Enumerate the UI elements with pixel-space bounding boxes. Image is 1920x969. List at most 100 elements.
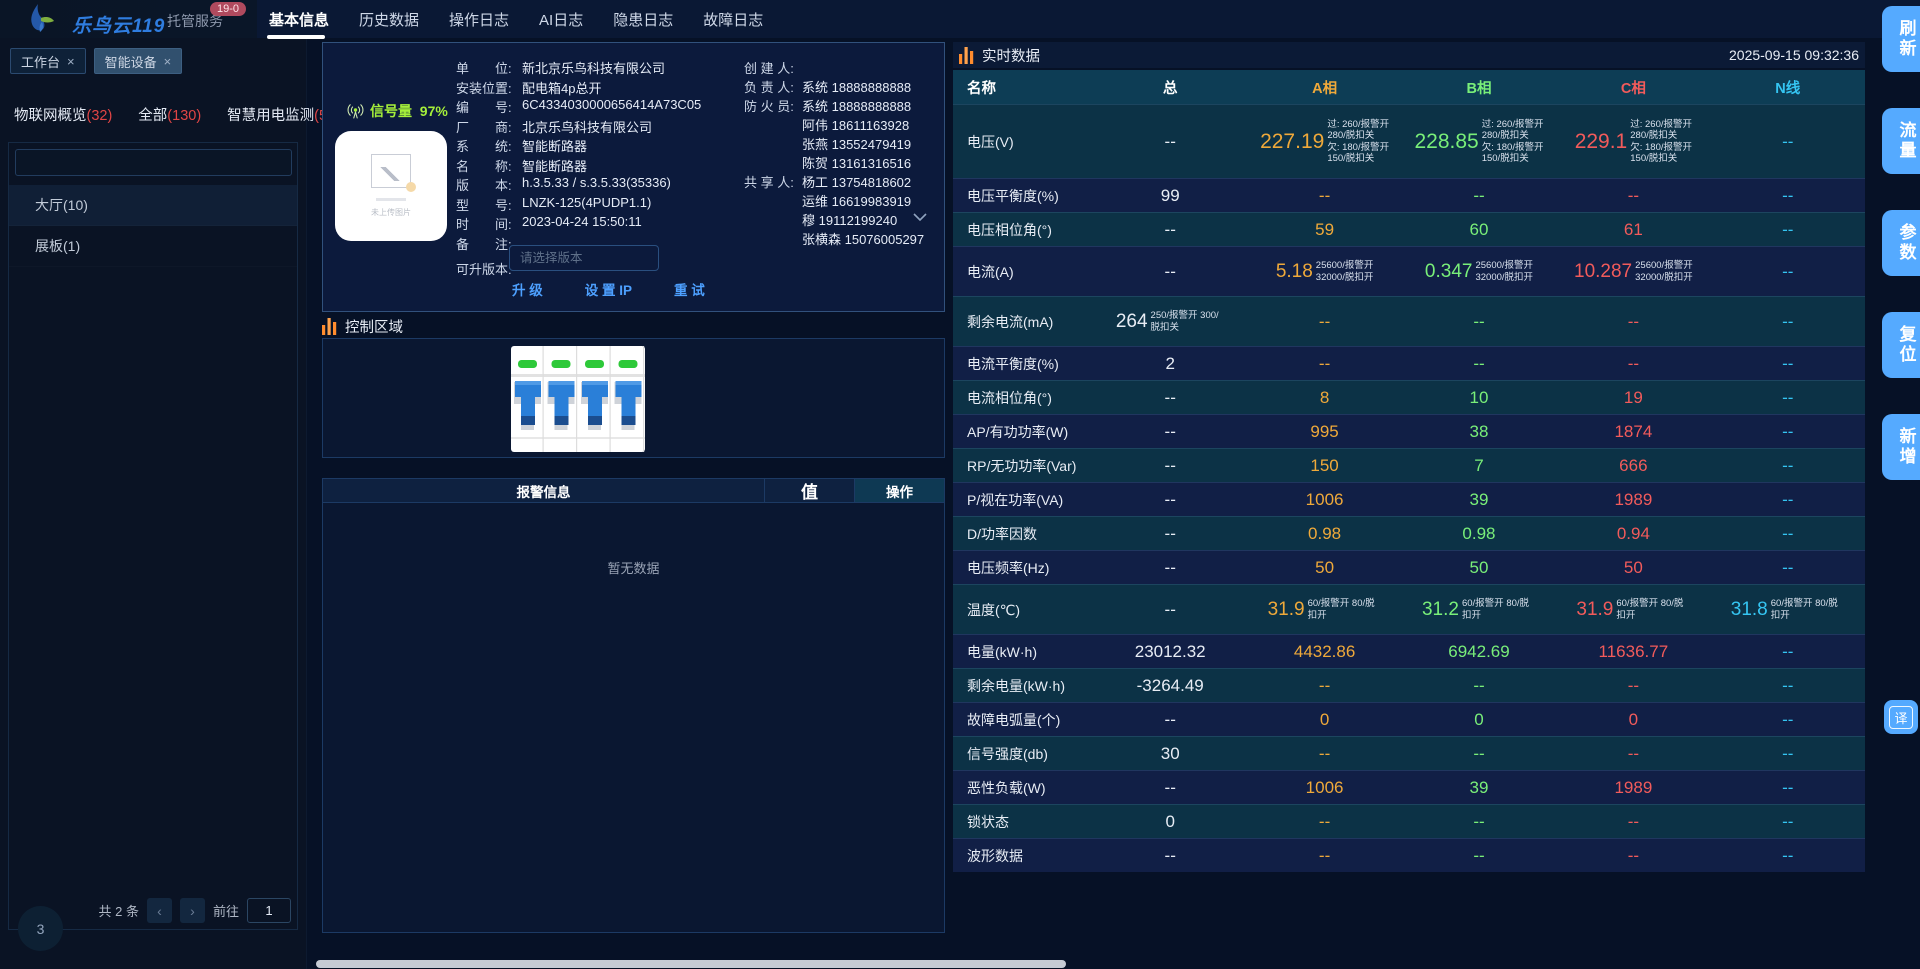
row-cell: 59 <box>1247 220 1401 240</box>
contact-value: 陈贺 13161316516 <box>802 153 911 172</box>
row-cell: 50 <box>1402 558 1556 578</box>
version-select[interactable]: 请选择版本 <box>509 245 659 271</box>
cell-value: -- <box>1782 846 1793 866</box>
cell-value: -3264.49 <box>1137 676 1204 696</box>
threshold-line: 150/脱扣关 <box>1482 153 1544 165</box>
cell-value: -- <box>1782 354 1793 374</box>
page-chip[interactable]: 智能设备× <box>94 48 183 74</box>
contact-label <box>744 153 802 172</box>
row-cell: -- <box>1711 812 1865 832</box>
realtime-col-6: N线 <box>1711 77 1865 98</box>
device-field: 单 位:新北京乐鸟科技有限公司 <box>456 58 701 78</box>
tab-5[interactable]: 隐患日志 <box>613 9 673 30</box>
circuit-breaker-image[interactable] <box>511 346 645 452</box>
row-cell: -- <box>1402 846 1556 866</box>
upgrade-button[interactable]: 升 级 <box>512 279 543 299</box>
cell-value: -- <box>1165 600 1176 620</box>
row-cell: -- <box>1556 846 1710 866</box>
row-cell: -- <box>1711 388 1865 408</box>
tab-3[interactable]: 操作日志 <box>449 9 509 30</box>
chevron-down-icon[interactable] <box>913 213 927 222</box>
realtime-col-2: 总 <box>1093 77 1247 98</box>
close-icon[interactable]: × <box>67 54 75 69</box>
threshold-line: 25600/报警开 <box>1475 260 1533 272</box>
realtime-col-3: A相 <box>1247 77 1401 98</box>
field-value: 智能断路器 <box>522 156 587 176</box>
row-cell: 50 <box>1247 558 1401 578</box>
tab-6[interactable]: 故障日志 <box>703 9 763 30</box>
open-page-chips: 工作台× 智能设备× <box>10 48 182 74</box>
traffic-button[interactable]: 流量 <box>1882 108 1920 174</box>
cell-value: 2 <box>1165 354 1174 374</box>
field-label: 单 位: <box>456 58 522 78</box>
row-cell: 0 <box>1093 812 1247 832</box>
hosting-count-badge: 19-0 <box>210 2 246 16</box>
cell-value: -- <box>1782 186 1793 206</box>
cell-value: 0.98 <box>1462 524 1495 544</box>
cell-value: 39 <box>1470 778 1489 798</box>
refresh-button[interactable]: 刷新 <box>1882 6 1920 72</box>
cell-value: -- <box>1165 220 1176 240</box>
category-label: 物联网概览 <box>14 108 87 124</box>
cell-value: -- <box>1782 524 1793 544</box>
category-tab-1[interactable]: 物联网概览(32) <box>14 104 112 125</box>
cell-value: 8 <box>1320 388 1329 408</box>
contact-row: 陈贺 13161316516 <box>744 153 924 172</box>
cell-value: -- <box>1782 558 1793 578</box>
cell-value: 0 <box>1629 710 1638 730</box>
row-cell: -- <box>1093 710 1247 730</box>
table-row: 电压(V)--227.19过: 260/报警开280/脱扣关欠: 180/报警开… <box>953 104 1865 178</box>
bar-chart-icon <box>959 47 974 64</box>
contact-row: 防 火 员:系统 18888888888 <box>744 96 924 115</box>
realtime-header: 实时数据 2025-09-15 09:32:36 <box>953 42 1865 68</box>
cell-value: 59 <box>1315 220 1334 240</box>
row-cell: -- <box>1247 846 1401 866</box>
search-input[interactable] <box>15 149 292 176</box>
close-icon[interactable]: × <box>164 54 172 69</box>
add-button[interactable]: 新增 <box>1882 414 1920 480</box>
row-cell: 38 <box>1402 422 1556 442</box>
alarm-col-action: 操作 <box>854 479 944 502</box>
row-cell: -- <box>1247 744 1401 764</box>
cell-value: 50 <box>1470 558 1489 578</box>
row-cell: 31.860/报警开 80/脱扣开 <box>1711 598 1865 621</box>
table-row: AP/有功功率(W)--995381874-- <box>953 414 1865 448</box>
cell-value: -- <box>1628 312 1639 332</box>
contact-label: 创 建 人: <box>744 58 802 77</box>
tab-1[interactable]: 基本信息 <box>269 9 329 30</box>
table-row: 恶性负载(W)--1006391989-- <box>953 770 1865 804</box>
cell-threshold-note: 过: 260/报警开280/脱扣关欠: 180/报警开150/脱扣关 <box>1327 119 1389 165</box>
cell-value: -- <box>1782 220 1793 240</box>
next-page-button[interactable]: › <box>180 898 205 923</box>
cell-threshold-note: 250/报警开 300/脱扣关 <box>1151 310 1225 333</box>
photo-placeholder-illustration <box>371 154 411 188</box>
retry-button[interactable]: 重 试 <box>674 279 705 299</box>
cell-threshold-note: 60/报警开 80/脱扣开 <box>1616 598 1690 621</box>
set-ip-button[interactable]: 设 置 IP <box>585 279 632 299</box>
horizontal-scrollbar[interactable] <box>316 960 1066 968</box>
params-button[interactable]: 参数 <box>1882 210 1920 276</box>
cell-value: -- <box>1782 422 1793 442</box>
contact-value: 系统 18888888888 <box>802 77 911 96</box>
row-label: D/功率因数 <box>953 524 1093 544</box>
cell-value: -- <box>1782 456 1793 476</box>
translate-button[interactable]: 译 <box>1884 700 1918 734</box>
row-cell: -- <box>1711 676 1865 696</box>
cell-value: -- <box>1165 710 1176 730</box>
page-number-input[interactable] <box>247 898 291 923</box>
table-row: 信号强度(db)30-------- <box>953 736 1865 770</box>
prev-page-button[interactable]: ‹ <box>147 898 172 923</box>
device-photo-placeholder[interactable]: 未上传图片 <box>335 131 447 241</box>
category-tab-2[interactable]: 全部(130) <box>138 104 201 125</box>
page-chip[interactable]: 工作台× <box>10 48 86 74</box>
cell-value: 666 <box>1619 456 1647 476</box>
table-row: D/功率因数--0.980.980.94-- <box>953 516 1865 550</box>
floating-count-badge[interactable]: 3 <box>18 906 63 951</box>
threshold-line: 150/脱扣关 <box>1327 153 1389 165</box>
tab-4[interactable]: AI日志 <box>539 9 583 30</box>
tree-item[interactable]: 大厅(10) <box>9 185 297 226</box>
tree-item[interactable]: 展板(1) <box>9 226 297 267</box>
reset-button[interactable]: 复位 <box>1882 312 1920 378</box>
tab-2[interactable]: 历史数据 <box>359 9 419 30</box>
row-cell: -- <box>1711 456 1865 476</box>
